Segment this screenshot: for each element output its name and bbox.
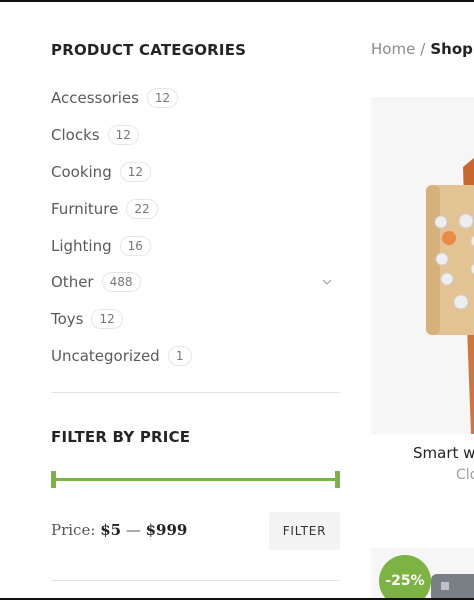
categories-heading: PRODUCT CATEGORIES — [51, 41, 247, 59]
category-name[interactable]: Accessories — [51, 89, 139, 107]
category-item-accessories[interactable]: Accessories 12 — [51, 80, 340, 117]
page: PRODUCT CATEGORIES Accessories 12 Clocks… — [0, 0, 474, 600]
category-name[interactable]: Other — [51, 273, 94, 291]
price-min-value: $5 — [100, 521, 122, 539]
chevron-down-icon[interactable] — [320, 275, 334, 289]
category-name[interactable]: Furniture — [51, 200, 118, 218]
price-slider-min-handle[interactable] — [51, 471, 56, 488]
category-name[interactable]: Clocks — [51, 126, 100, 144]
category-item-uncategorized[interactable]: Uncategorized 1 — [51, 338, 340, 375]
category-item-lighting[interactable]: Lighting 16 — [51, 227, 340, 264]
category-count: 16 — [119, 235, 151, 256]
category-list: Accessories 12 Clocks 12 Cooking 12 Furn… — [51, 80, 340, 374]
divider — [51, 580, 340, 581]
price-range-label: Price: $5 — $999 — [51, 521, 188, 539]
category-item-cooking[interactable]: Cooking 12 — [51, 154, 340, 191]
breadcrumb: Home / Shop — [371, 40, 473, 58]
category-name[interactable]: Uncategorized — [51, 347, 160, 365]
product-image[interactable] — [371, 97, 474, 434]
price-slider[interactable] — [51, 470, 340, 488]
price-max-value: $999 — [145, 521, 188, 539]
category-name[interactable]: Lighting — [51, 237, 112, 255]
filter-button[interactable]: FILTER — [269, 512, 340, 550]
price-slider-range — [51, 478, 340, 481]
category-item-toys[interactable]: Toys 12 — [51, 301, 340, 338]
sale-badge: -25% — [379, 555, 431, 598]
category-count: 12 — [119, 161, 151, 182]
category-count: 488 — [101, 272, 141, 293]
category-count: 12 — [146, 88, 179, 109]
breadcrumb-separator: / — [420, 40, 426, 58]
price-slider-max-handle[interactable] — [335, 471, 340, 488]
product-category[interactable]: Clo — [456, 467, 474, 483]
category-count: 22 — [126, 198, 158, 219]
category-item-clocks[interactable]: Clocks 12 — [51, 117, 340, 154]
breadcrumb-home-link[interactable]: Home — [371, 40, 415, 58]
divider — [51, 392, 340, 393]
category-item-other[interactable]: Other 488 — [51, 264, 340, 301]
category-name[interactable]: Cooking — [51, 163, 112, 181]
category-count: 1 — [167, 345, 192, 366]
category-count: 12 — [107, 125, 139, 146]
price-row: Price: $5 — $999 FILTER — [51, 512, 340, 550]
category-name[interactable]: Toys — [51, 310, 83, 328]
breadcrumb-current: Shop — [430, 40, 473, 58]
product-title[interactable]: Smart w — [413, 444, 474, 462]
category-item-furniture[interactable]: Furniture 22 — [51, 190, 340, 227]
price-filter-heading: FILTER BY PRICE — [51, 428, 191, 446]
category-count: 12 — [91, 309, 123, 330]
